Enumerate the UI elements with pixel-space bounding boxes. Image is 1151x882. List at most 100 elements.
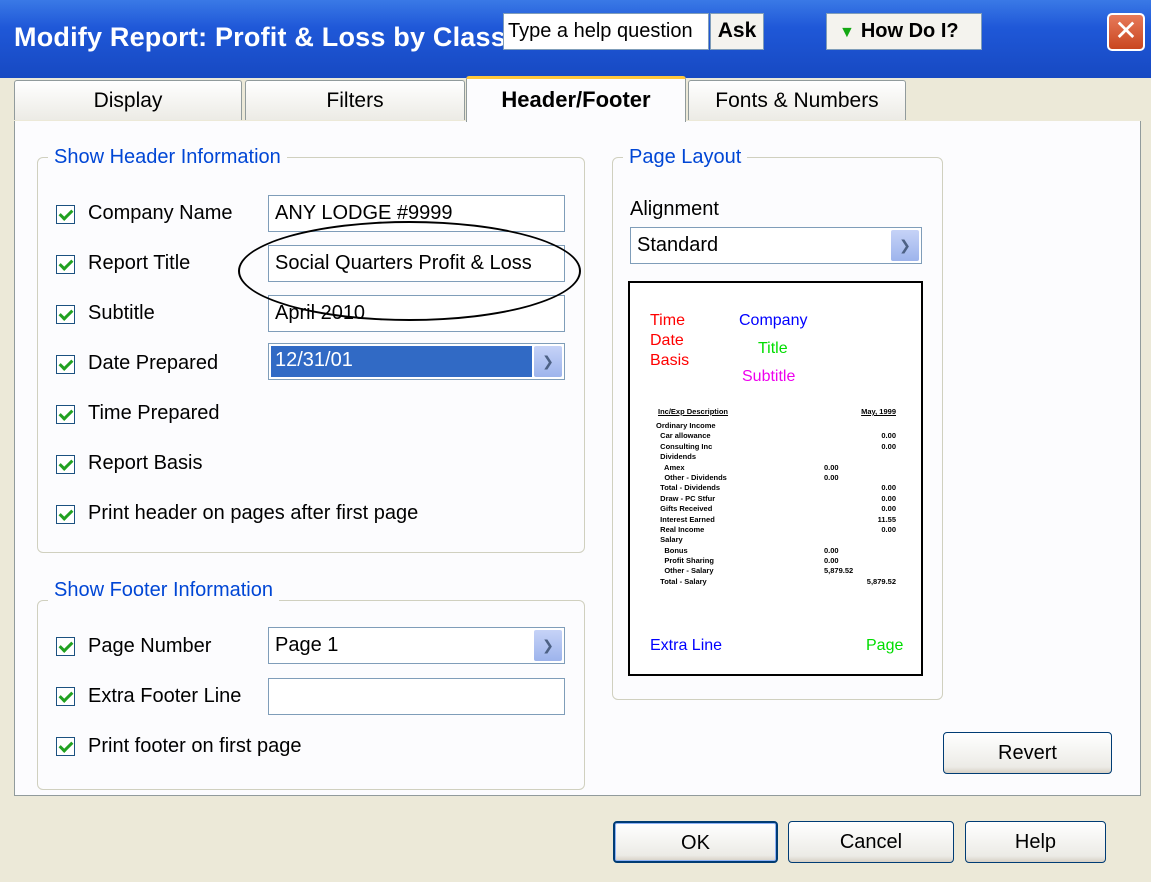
preview-row-value: 0.00 <box>881 524 896 534</box>
tab-fonts-numbers-label: Fonts & Numbers <box>715 89 879 112</box>
preview-row-label: Other - Dividends <box>656 472 727 482</box>
print-header-checkbox[interactable] <box>56 505 75 524</box>
extra-footer-checkbox[interactable] <box>56 687 75 706</box>
preview-rows: Ordinary Income Car allowance 0.00 Consul… <box>656 421 896 587</box>
preview-page: Page <box>866 637 904 654</box>
preview-row-label: Salary <box>656 535 683 545</box>
report-title-checkbox[interactable] <box>56 255 75 274</box>
preview-row: Salary <box>656 535 896 545</box>
ask-button[interactable]: Ask <box>710 13 764 50</box>
preview-row-subvalue: 0.00 <box>824 545 839 555</box>
preview-date: Date <box>650 332 684 349</box>
preview-row: Amex 0.00 <box>656 463 896 473</box>
chevron-down-icon[interactable]: ❯ <box>534 630 562 661</box>
alignment-dropdown[interactable]: Standard ❯ <box>630 227 922 264</box>
preview-row-value: 11.55 <box>877 514 896 524</box>
print-footer-label: Print footer on first page <box>88 735 302 757</box>
preview-row-subvalue: 0.00 <box>824 556 839 566</box>
preview-row-label: Draw - PC Stfur <box>656 493 716 503</box>
preview-report-table: Inc/Exp Description May, 1999 Ordinary I… <box>656 407 896 587</box>
ok-button[interactable]: OK <box>613 821 778 863</box>
tab-filters[interactable]: Filters <box>245 80 465 120</box>
preview-row-label: Other - Salary <box>656 566 714 576</box>
time-prepared-label: Time Prepared <box>88 402 220 424</box>
chevron-down-icon[interactable]: ❯ <box>891 230 919 261</box>
preview-col-date: May, 1999 <box>861 407 896 416</box>
preview-row: Dividends <box>656 452 896 462</box>
preview-column-header: Inc/Exp Description May, 1999 <box>656 407 896 421</box>
revert-button[interactable]: Revert <box>943 732 1112 774</box>
preview-subtitle: Subtitle <box>742 368 796 385</box>
preview-row-value: 5,879.52 <box>866 576 896 586</box>
preview-row-subvalue: 5,879.52 <box>824 566 854 576</box>
preview-row-label: Real Income <box>656 524 705 534</box>
tab-display[interactable]: Display <box>14 80 242 120</box>
tab-fonts-numbers[interactable]: Fonts & Numbers <box>688 80 906 120</box>
tab-header-footer[interactable]: Header/Footer <box>466 76 686 122</box>
preview-row: Total - Dividends 0.00 <box>656 483 896 493</box>
window-title: Modify Report: Profit & Loss by Class <box>14 22 506 52</box>
preview-row: Interest Earned 11.55 <box>656 515 896 525</box>
preview-row-label: Gifts Received <box>656 504 713 514</box>
preview-row: Bonus 0.00 <box>656 546 896 556</box>
date-prepared-dropdown[interactable]: 12/31/01 ❯ <box>268 343 565 380</box>
help-button[interactable]: Help <box>965 821 1106 863</box>
header-info-group-label: Show Header Information <box>48 146 287 169</box>
preview-row-label: Profit Sharing <box>656 556 714 566</box>
preview-row: Car allowance 0.00 <box>656 431 896 441</box>
preview-extra-line: Extra Line <box>650 637 723 654</box>
alignment-value: Standard <box>637 234 719 256</box>
preview-row-value: 0.00 <box>881 493 896 503</box>
tab-header-footer-label: Header/Footer <box>501 87 651 112</box>
report-title-field[interactable]: Social Quarters Profit & Loss <box>268 245 565 282</box>
preview-row-label: Bonus <box>656 545 688 555</box>
preview-row-label: Consulting Inc <box>656 441 713 451</box>
how-do-i-label: How Do I? <box>860 20 959 42</box>
title-bar: Modify Report: Profit & Loss by Class Ty… <box>0 0 1151 78</box>
date-prepared-label: Date Prepared <box>88 352 219 374</box>
preview-row-label: Total - Salary <box>656 576 707 586</box>
time-prepared-checkbox[interactable] <box>56 405 75 424</box>
layout-preview: Time Date Basis Company Title Subtitle I… <box>628 281 923 676</box>
extra-footer-field[interactable] <box>268 678 565 715</box>
preview-row: Total - Salary 5,879.52 <box>656 577 896 587</box>
preview-row-label: Total - Dividends <box>656 483 721 493</box>
report-basis-checkbox[interactable] <box>56 455 75 474</box>
page-number-label: Page Number <box>88 635 212 657</box>
preview-title: Title <box>758 340 788 357</box>
preview-company: Company <box>739 312 808 329</box>
preview-row: Consulting Inc 0.00 <box>656 442 896 452</box>
preview-row: Other - Dividends 0.00 <box>656 473 896 483</box>
preview-row: Other - Salary 5,879.52 <box>656 566 896 576</box>
subtitle-checkbox[interactable] <box>56 305 75 324</box>
close-icon[interactable]: ✕ <box>1107 13 1145 51</box>
help-search-input[interactable]: Type a help question <box>503 13 709 50</box>
preview-basis: Basis <box>650 352 690 369</box>
page-number-checkbox[interactable] <box>56 637 75 656</box>
chevron-down-icon[interactable]: ❯ <box>534 346 562 377</box>
tab-filters-label: Filters <box>326 89 384 112</box>
preview-row-label: Car allowance <box>656 431 711 441</box>
company-name-checkbox[interactable] <box>56 205 75 224</box>
date-prepared-checkbox[interactable] <box>56 355 75 374</box>
how-do-i-button[interactable]: ▼ How Do I? <box>826 13 982 50</box>
preview-row-label: Interest Earned <box>656 514 715 524</box>
triangle-down-icon: ▼ <box>839 24 855 41</box>
company-name-field[interactable]: ANY LODGE #9999 <box>268 195 565 232</box>
preview-row: Draw - PC Stfur 0.00 <box>656 494 896 504</box>
footer-info-group-label: Show Footer Information <box>48 579 279 602</box>
tab-display-label: Display <box>93 89 163 112</box>
preview-row: Gifts Received 0.00 <box>656 504 896 514</box>
print-header-label: Print header on pages after first page <box>88 502 419 524</box>
preview-row: Real Income 0.00 <box>656 525 896 535</box>
company-name-label: Company Name <box>88 202 233 224</box>
subtitle-label: Subtitle <box>88 302 155 324</box>
page-number-dropdown[interactable]: Page 1 ❯ <box>268 627 565 664</box>
preview-row: Profit Sharing 0.00 <box>656 556 896 566</box>
print-footer-checkbox[interactable] <box>56 737 75 756</box>
preview-row-subvalue: 0.00 <box>824 472 839 482</box>
preview-row-value: 0.00 <box>881 504 896 514</box>
subtitle-field[interactable]: April 2010 <box>268 295 565 332</box>
page-number-value: Page 1 <box>275 634 339 656</box>
cancel-button[interactable]: Cancel <box>788 821 954 863</box>
